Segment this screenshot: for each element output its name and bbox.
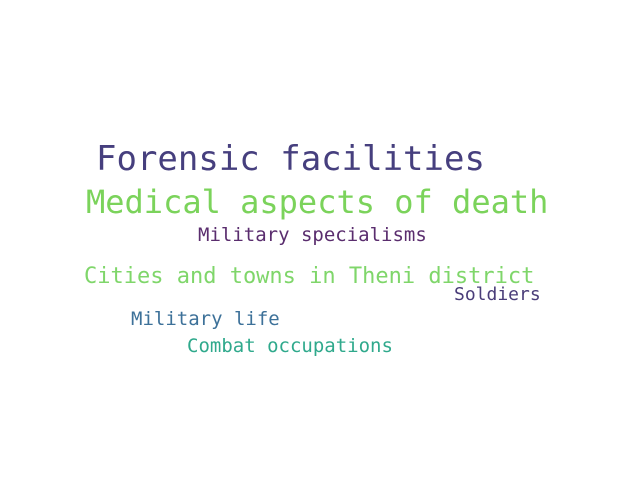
word-military-life: Military life	[131, 308, 280, 330]
word-military-specialisms: Military specialisms	[198, 224, 427, 246]
word-forensic-facilities: Forensic facilities	[96, 139, 485, 179]
word-soldiers: Soldiers	[454, 284, 541, 305]
word-cloud: Forensic facilities Medical aspects of d…	[0, 0, 640, 480]
word-medical-aspects-of-death: Medical aspects of death	[86, 183, 549, 221]
word-combat-occupations: Combat occupations	[187, 335, 393, 357]
